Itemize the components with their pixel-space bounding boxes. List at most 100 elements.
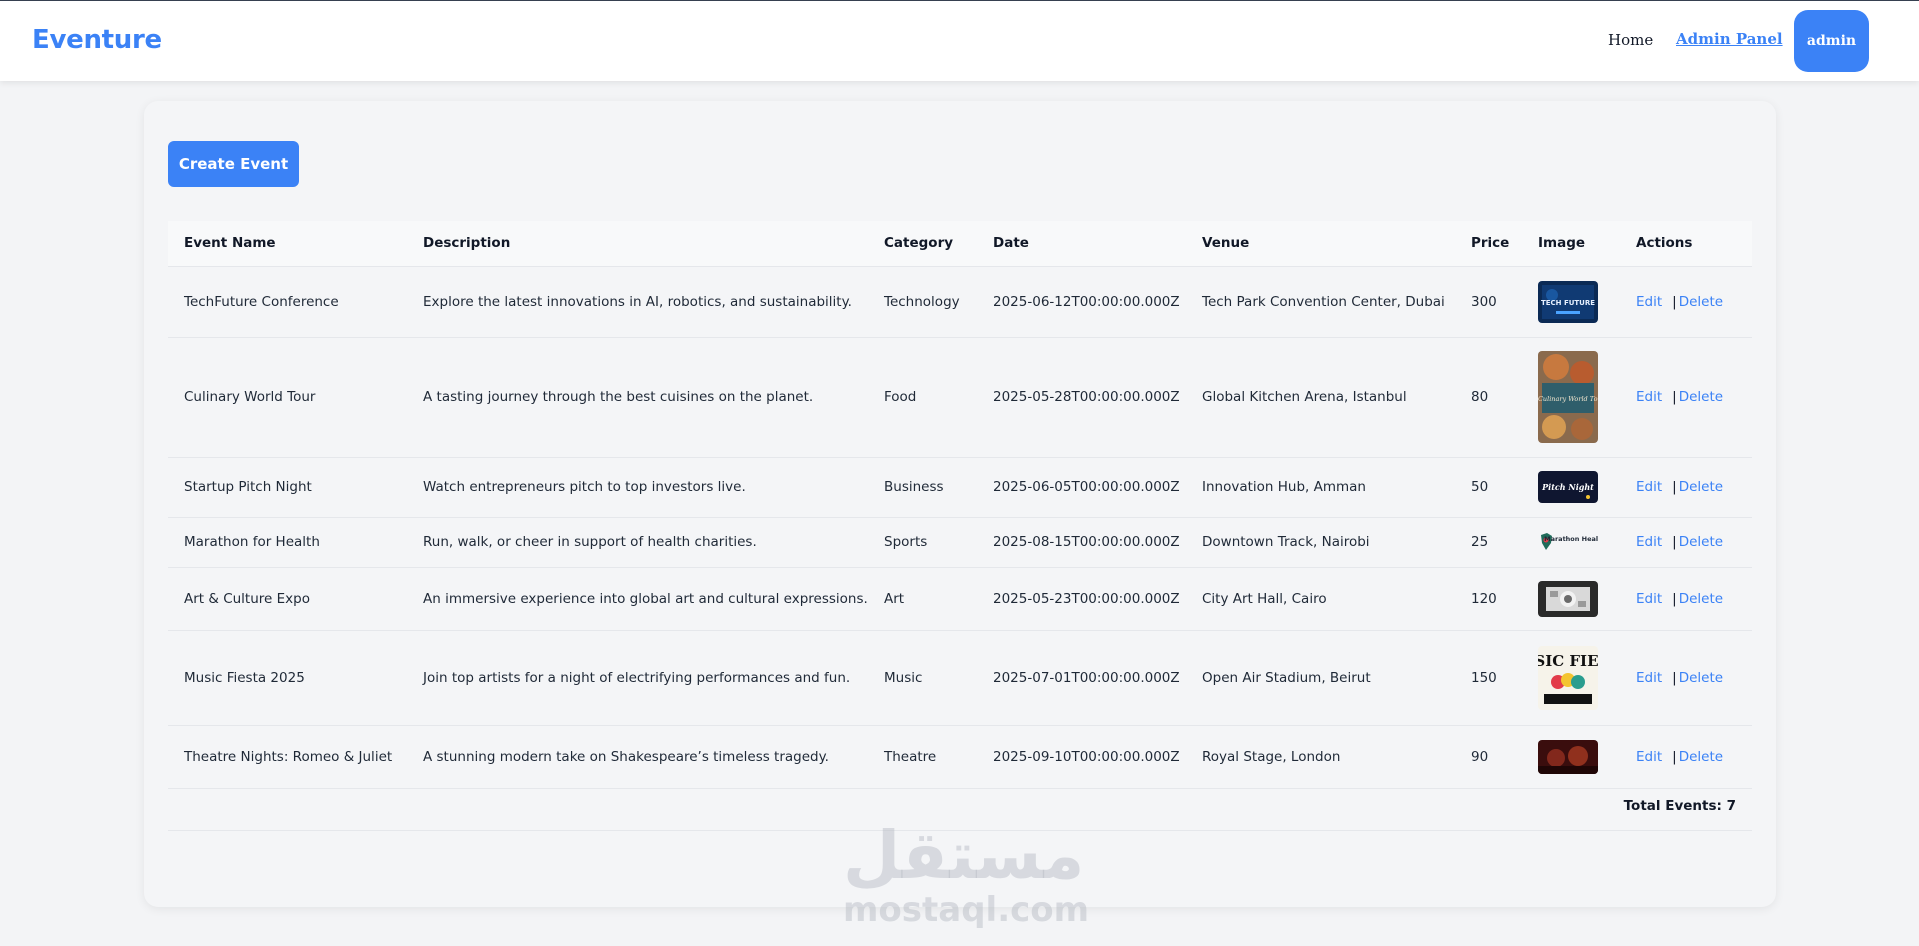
header-category: Category [868, 221, 977, 267]
nav-home-link[interactable]: Home [1608, 31, 1653, 49]
table-row: Music Fiesta 2025 Join top artists for a… [168, 630, 1752, 726]
events-card: Create Event Event Name Description Cate… [144, 101, 1776, 907]
event-thumbnail-image: Marathon Health [1538, 531, 1598, 553]
edit-button[interactable]: Edit [1636, 749, 1662, 765]
event-image-cell [1522, 567, 1620, 631]
event-name: Music Fiesta 2025 [168, 630, 407, 726]
edit-button[interactable]: Edit [1636, 534, 1662, 550]
create-event-button[interactable]: Create Event [168, 141, 299, 187]
event-price: 90 [1455, 725, 1522, 789]
events-table: Event Name Description Category Date Ven… [168, 221, 1752, 789]
row-actions: Edit | Delete [1620, 337, 1752, 458]
event-description: Watch entrepreneurs pitch to top investo… [407, 457, 868, 518]
event-description: An immersive experience into global art … [407, 567, 868, 631]
thumbnail-text: Marathon Health [1544, 535, 1598, 543]
event-name: Marathon for Health [168, 517, 407, 568]
event-thumbnail-image: A Culinary World Tour [1538, 351, 1598, 443]
event-name: TechFuture Conference [168, 266, 407, 338]
event-description: A tasting journey through the best cuisi… [407, 337, 868, 458]
event-category: Business [868, 457, 977, 518]
event-date: 2025-05-23T00:00:00.000Z [977, 567, 1186, 631]
delete-button[interactable]: Delete [1679, 591, 1723, 607]
delete-button[interactable]: Delete [1679, 749, 1723, 765]
header-actions: Actions [1620, 221, 1752, 267]
event-price: 150 [1455, 630, 1522, 726]
event-thumbnail-image [1538, 739, 1598, 774]
event-date: 2025-08-15T00:00:00.000Z [977, 517, 1186, 568]
event-category: Food [868, 337, 977, 458]
event-description: Run, walk, or cheer in support of health… [407, 517, 868, 568]
table-row: Startup Pitch Night Watch entrepreneurs … [168, 457, 1752, 518]
header-event-name: Event Name [168, 221, 407, 267]
action-separator: | [1672, 669, 1677, 686]
edit-button[interactable]: Edit [1636, 389, 1662, 405]
row-actions: Edit | Delete [1620, 567, 1752, 631]
edit-button[interactable]: Edit [1636, 294, 1662, 310]
nav-admin-panel-link[interactable]: Admin Panel [1676, 30, 1783, 48]
event-venue: Open Air Stadium, Beirut [1186, 630, 1455, 726]
action-separator: | [1672, 590, 1677, 607]
watermark-arabic: مستقل [843, 817, 1085, 894]
row-actions: Edit | Delete [1620, 630, 1752, 726]
table-row: TechFuture Conference Explore the latest… [168, 266, 1752, 338]
watermark-logo: مستقل mostaql.com [843, 817, 1090, 930]
event-thumbnail-image: TECH FUTURE [1538, 280, 1598, 323]
event-name: Theatre Nights: Romeo & Juliet [168, 725, 407, 789]
event-description: Join top artists for a night of electrif… [407, 630, 868, 726]
header-date: Date [977, 221, 1186, 267]
event-category: Music [868, 630, 977, 726]
event-category: Technology [868, 266, 977, 338]
delete-button[interactable]: Delete [1679, 534, 1723, 550]
thumbnail-text: A Culinary World Tour [1538, 395, 1598, 403]
event-price: 300 [1455, 266, 1522, 338]
edit-button[interactable]: Edit [1636, 479, 1662, 495]
delete-button[interactable]: Delete [1679, 389, 1723, 405]
action-separator: | [1672, 748, 1677, 765]
event-description: Explore the latest innovations in AI, ro… [407, 266, 868, 338]
event-price: 120 [1455, 567, 1522, 631]
event-image-cell [1522, 725, 1620, 789]
edit-button[interactable]: Edit [1636, 670, 1662, 686]
delete-button[interactable]: Delete [1679, 479, 1723, 495]
event-category: Art [868, 567, 977, 631]
delete-button[interactable]: Delete [1679, 294, 1723, 310]
event-venue: City Art Hall, Cairo [1186, 567, 1455, 631]
event-image-cell: MUSIC FIESTA [1522, 630, 1620, 726]
header-image: Image [1522, 221, 1620, 267]
header-venue: Venue [1186, 221, 1455, 267]
table-row: Culinary World Tour A tasting journey th… [168, 337, 1752, 458]
event-price: 25 [1455, 517, 1522, 568]
row-actions: Edit | Delete [1620, 725, 1752, 789]
event-thumbnail-image [1538, 580, 1598, 617]
table-row: Theatre Nights: Romeo & Juliet A stunnin… [168, 725, 1752, 789]
row-actions: Edit | Delete [1620, 266, 1752, 338]
event-price: 80 [1455, 337, 1522, 458]
brand-logo[interactable]: Eventure [32, 25, 162, 55]
event-name: Startup Pitch Night [168, 457, 407, 518]
table-row: Art & Culture Expo An immersive experien… [168, 567, 1752, 631]
header-description: Description [407, 221, 868, 267]
action-separator: | [1672, 389, 1677, 405]
event-venue: Royal Stage, London [1186, 725, 1455, 789]
thumbnail-text: MUSIC FIESTA [1538, 652, 1598, 670]
event-description: A stunning modern take on Shakespeare’s … [407, 725, 868, 789]
event-date: 2025-05-28T00:00:00.000Z [977, 337, 1186, 458]
thumbnail-text: Pitch Night [1541, 482, 1594, 492]
event-category: Theatre [868, 725, 977, 789]
edit-button[interactable]: Edit [1636, 591, 1662, 607]
watermark-latin: mostaql.com [843, 890, 1090, 930]
event-date: 2025-09-10T00:00:00.000Z [977, 725, 1186, 789]
event-venue: Global Kitchen Arena, Istanbul [1186, 337, 1455, 458]
event-date: 2025-06-12T00:00:00.000Z [977, 266, 1186, 338]
delete-button[interactable]: Delete [1679, 670, 1723, 686]
event-image-cell: TECH FUTURE [1522, 266, 1620, 338]
table-row: Marathon for Health Run, walk, or cheer … [168, 517, 1752, 568]
user-menu-button[interactable]: admin [1794, 10, 1869, 72]
action-separator: | [1672, 534, 1677, 550]
row-actions: Edit | Delete [1620, 457, 1752, 518]
action-separator: | [1672, 479, 1677, 495]
event-category: Sports [868, 517, 977, 568]
event-name: Art & Culture Expo [168, 567, 407, 631]
table-header-row: Event Name Description Category Date Ven… [168, 221, 1752, 267]
thumbnail-text: TECH FUTURE [1541, 299, 1595, 307]
